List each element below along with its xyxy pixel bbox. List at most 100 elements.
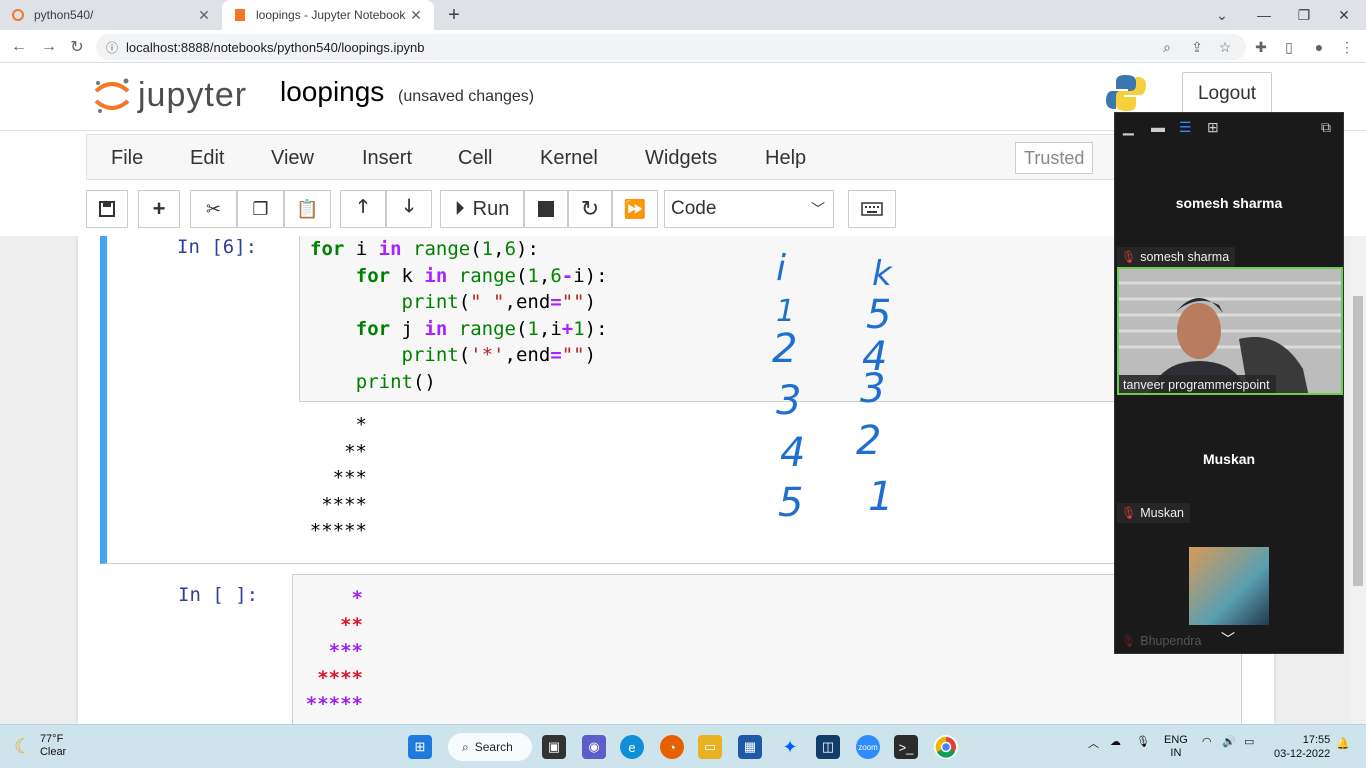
handwriting-i-value: 4 [780,430,806,476]
restart-run-all-button[interactable]: ⏩ [612,190,658,228]
search-label: Search [474,740,513,754]
minimize-icon[interactable]: — [1244,0,1284,30]
tab-python540[interactable]: python540/ ✕ [0,0,222,30]
run-button[interactable]: ⏵ Run [440,190,524,228]
menu-cell[interactable]: Cell [458,147,492,170]
participant-tag-text: somesh sharma [1140,250,1230,264]
windows-start-icon[interactable]: ⊞ [408,735,432,759]
extensions-icon[interactable]: ✚ [1248,34,1274,60]
clock-date: 03-12-2022 [1274,748,1331,760]
command-palette-button[interactable] [848,190,896,228]
chrome-icon[interactable] [934,735,958,759]
notification-icon[interactable]: 🔔 [1336,737,1350,750]
microsoft-store-icon[interactable]: ▦ [738,735,762,759]
save-icon [99,201,115,217]
move-up-button[interactable]: 🡑 [340,190,386,228]
microphone-icon[interactable]: 🎙 [1136,735,1150,748]
speaker-view-icon[interactable]: ☰ [1179,119,1192,136]
reload-icon[interactable]: ↻ [64,34,90,60]
notebook-toolbar: + ✂ ❐ 📋 🡑 🡓 ⏵ Run ↻ ⏩ Code ﹀ [86,182,1126,236]
participant-video[interactable]: tanveer programmerspoint [1117,267,1343,395]
paste-button[interactable]: 📋 [284,190,331,228]
language-code: ENG [1164,734,1188,746]
tab-search-icon[interactable]: ⌄ [1202,0,1242,30]
menu-file[interactable]: File [111,147,143,170]
insert-cell-button[interactable]: + [138,190,180,228]
menu-widgets[interactable]: Widgets [645,147,717,170]
menu-edit[interactable]: Edit [190,147,224,170]
jupyter-wordmark: jupyter [138,75,248,114]
star-line: ** [340,613,363,636]
side-panel-icon[interactable]: ▯ [1276,34,1302,60]
muted-mic-icon: 🎙 [1121,634,1137,648]
menu-icon[interactable]: ⋮ [1334,34,1360,60]
menu-help[interactable]: Help [765,147,806,170]
restart-button[interactable]: ↻ [568,190,612,228]
copy-button[interactable]: ❐ [237,190,284,228]
page-scrollbar[interactable] [1350,236,1366,724]
menu-view[interactable]: View [271,147,314,170]
jupyter-logo[interactable]: jupyter [92,75,247,115]
thumbnail-view-icon[interactable]: ▬ [1151,119,1165,135]
edge-icon[interactable]: e [620,735,644,759]
task-view-icon[interactable]: ▣ [542,735,566,759]
cut-button[interactable]: ✂ [190,190,237,228]
menu-insert[interactable]: Insert [362,147,412,170]
forward-icon[interactable]: → [36,34,62,60]
scrollbar-thumb[interactable] [1353,296,1363,586]
move-down-button[interactable]: 🡓 [386,190,432,228]
share-icon[interactable]: ⇪ [1184,34,1210,60]
interrupt-button[interactable] [524,190,568,228]
firefox-icon[interactable]: ◔ [660,735,684,759]
participant-label: 🎙 Muskan [1117,503,1191,523]
url-text: localhost:8888/notebooks/python540/loopi… [126,39,425,55]
dropbox-icon[interactable]: ✦ [778,735,802,759]
new-tab-icon[interactable]: + [444,4,464,27]
taskbar-search[interactable]: ⌕ Search [448,733,532,761]
close-tab-icon[interactable]: ✕ [196,7,212,24]
minimize-icon[interactable]: ▁ [1123,119,1134,136]
onedrive-icon[interactable]: ☁ [1110,735,1121,748]
save-button[interactable] [86,190,128,228]
battery-icon[interactable]: ▭ [1244,735,1254,748]
handwriting-i-value: 1 [776,294,796,329]
plus-icon: + [152,196,166,221]
wifi-icon[interactable]: ◠ [1202,735,1212,748]
gallery-view-icon[interactable]: ⊞ [1207,119,1219,136]
address-bar[interactable]: ⓘ localhost:8888/notebooks/python540/loo… [96,34,1246,60]
close-tab-icon[interactable]: ✕ [408,7,424,24]
exit-fullscreen-icon[interactable]: ⧉ [1321,119,1331,136]
code-editor[interactable]: * ** *** **** ***** [292,574,1242,724]
back-icon[interactable]: ← [6,34,32,60]
code-editor[interactable]: for i in range(1,6): for k in range(1,6-… [299,236,1249,402]
zoom-icon[interactable]: ⌕ [1154,34,1180,60]
close-window-icon[interactable]: ✕ [1324,0,1364,30]
notebook-title[interactable]: loopings [280,76,384,108]
search-icon: ⌕ [462,739,469,754]
maximize-icon[interactable]: ❐ [1284,0,1324,30]
browser-toolbar: ← → ↻ ⓘ localhost:8888/notebooks/python5… [0,30,1366,63]
profile-icon[interactable]: ● [1306,34,1332,60]
logout-button[interactable]: Logout [1182,72,1272,116]
menu-kernel[interactable]: Kernel [540,147,598,170]
terminal-icon[interactable]: >_ [894,735,918,759]
language-indicator[interactable]: ENG IN [1164,734,1188,760]
volume-icon[interactable]: 🔊 [1222,735,1236,748]
chevron-down-icon[interactable]: ﹀ [1221,629,1235,649]
info-icon[interactable]: ⓘ [106,39,118,56]
zoom-app-icon[interactable]: zoom [856,735,880,759]
trusted-badge[interactable]: Trusted [1015,142,1094,174]
app-icon[interactable]: ◫ [816,735,840,759]
handwriting-i-value: 5 [778,480,804,526]
tab-loopings[interactable]: loopings - Jupyter Notebook ✕ [222,0,434,30]
code-cell[interactable]: In [ ]: * ** *** **** ***** [100,574,1250,724]
file-explorer-icon[interactable]: ▭ [698,735,722,759]
show-hidden-icons[interactable]: ︿ [1088,735,1099,751]
moon-icon: ☾ [14,735,32,758]
code-cell-selected[interactable]: In [6]: for i in range(1,6): for k in ra… [100,236,1250,564]
cell-type-select[interactable]: Code ﹀ [664,190,834,228]
bookmark-star-icon[interactable]: ☆ [1212,34,1238,60]
teams-chat-icon[interactable]: ◉ [582,735,606,759]
weather-widget[interactable]: ☾ 77°F Clear [14,733,66,759]
system-clock[interactable]: 17:55 03-12-2022 [1274,733,1330,761]
